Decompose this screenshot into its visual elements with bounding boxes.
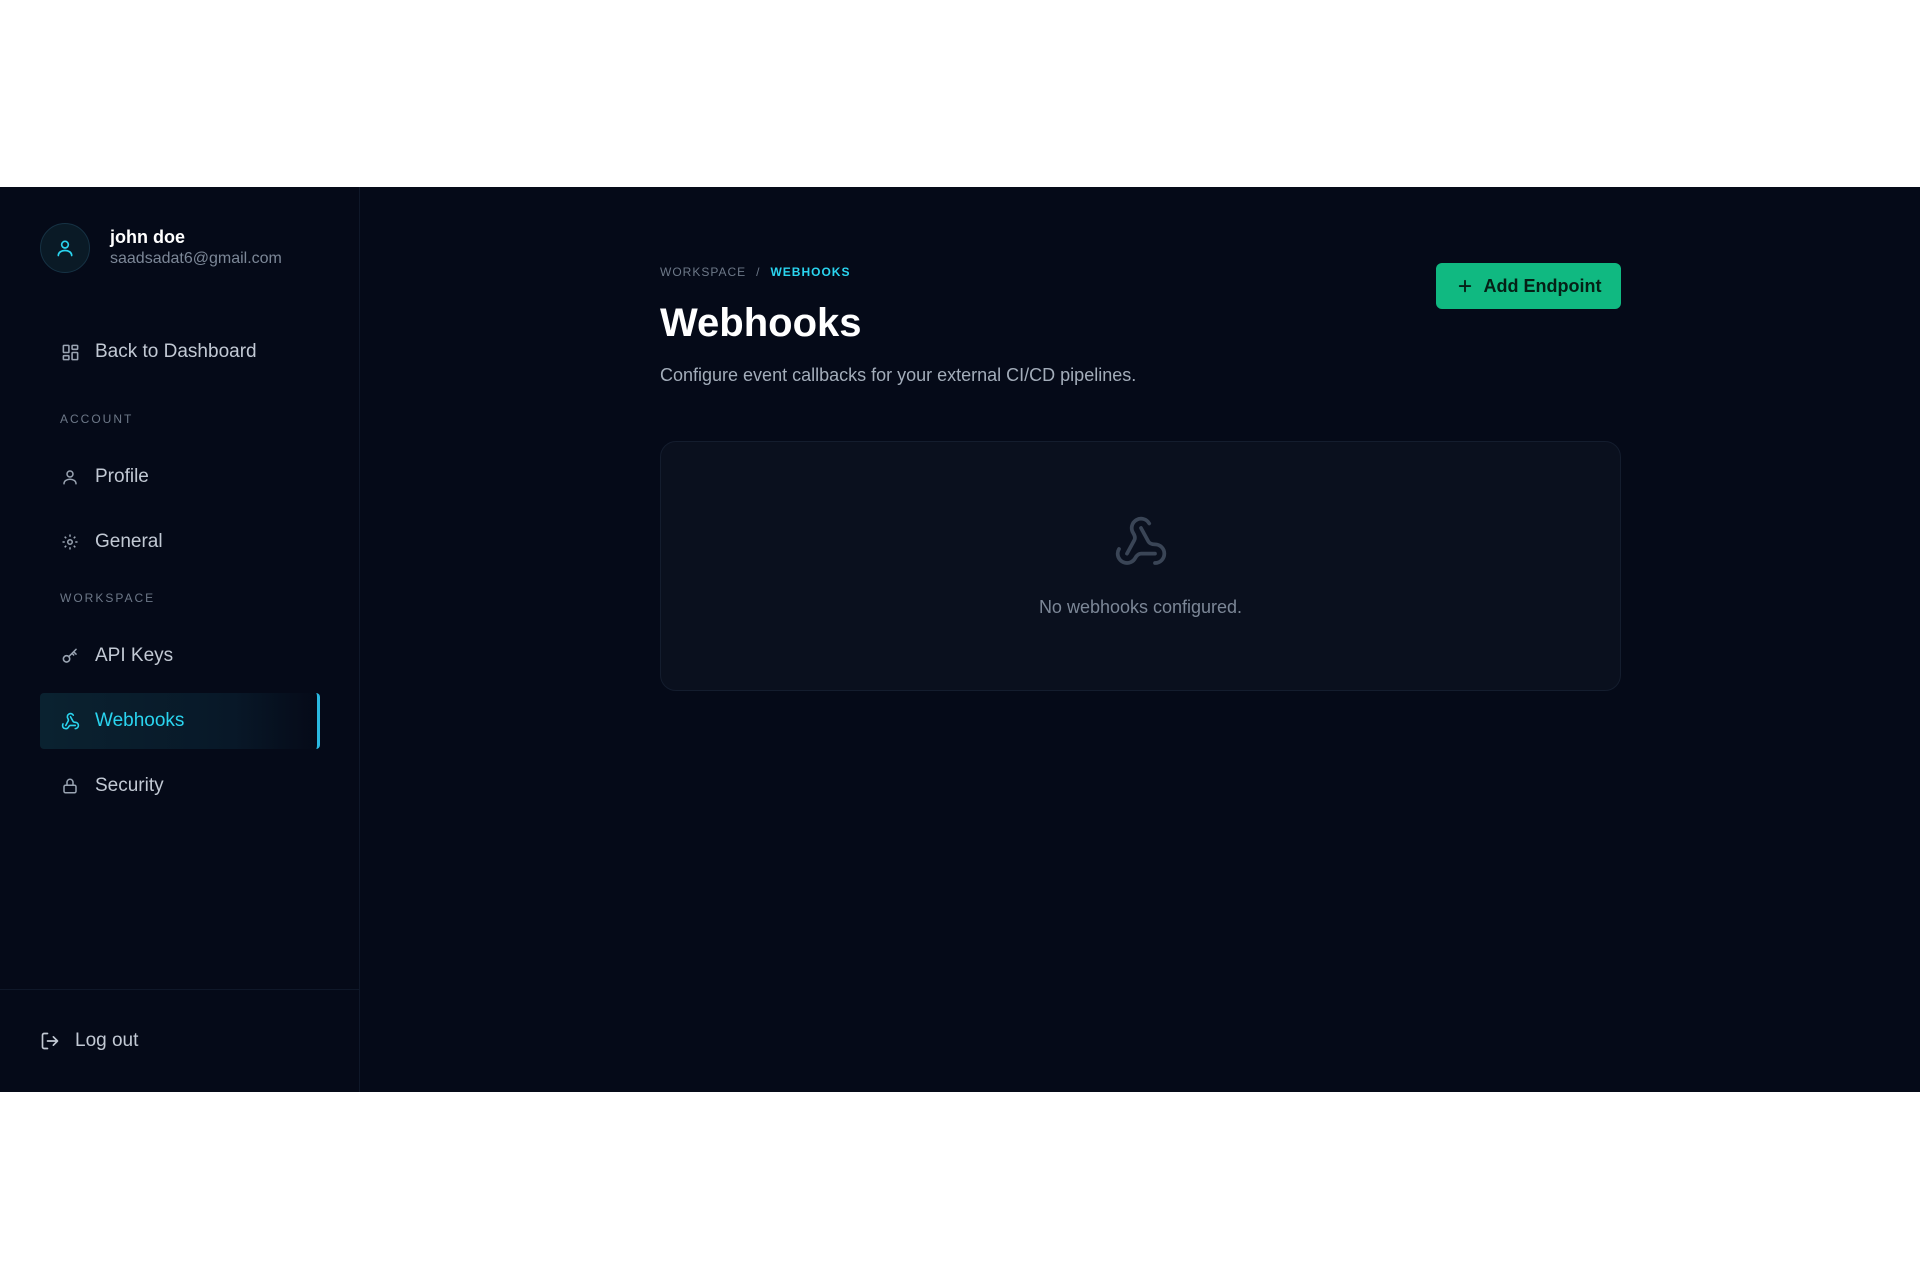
user-info: john doe saadsadat6@gmail.com [110,226,282,270]
logout-button[interactable]: Log out [40,1030,138,1052]
empty-state-message: No webhooks configured. [1038,597,1243,617]
sidebar-item-label: Webhooks [95,710,185,731]
sidebar: john doe saadsadat6@gmail.com Back to Da… [0,187,360,1092]
user-icon [57,240,73,257]
sidebar-footer: Log out [0,989,359,1092]
plus-icon [1456,277,1474,295]
logout-icon [40,1031,60,1051]
lock-icon [60,776,80,796]
webhook-icon [1115,516,1167,565]
user-email: saadsadat6@gmail.com [110,250,282,267]
user-profile[interactable]: john doe saadsadat6@gmail.com [40,223,282,273]
back-to-dashboard-label: Back to Dashboard [95,341,257,362]
sidebar-item-label: Profile [95,466,149,487]
sidebar-item-label: General [95,531,163,552]
sidebar-item-label: Security [95,775,164,796]
sidebar-item-label: API Keys [95,645,174,666]
breadcrumb-current: WEBHOOKS [770,265,851,279]
empty-state-card: No webhooks configured. [660,441,1621,691]
breadcrumb-separator: / [756,265,761,279]
user-icon [60,467,80,487]
avatar[interactable] [40,223,90,273]
section-label-workspace: WORKSPACE [60,591,156,605]
sidebar-item-general[interactable]: General [40,514,320,570]
gear-icon [60,532,80,552]
main-content: WORKSPACE / WEBHOOKS Webhooks Configure ev… [360,187,1920,1092]
back-to-dashboard-link[interactable]: Back to Dashboard [40,324,320,380]
user-name: john doe [110,227,185,247]
page-subtitle: Configure event callbacks for your exter… [660,365,1137,385]
webhook-icon [60,711,80,731]
add-endpoint-button[interactable]: Add Endpoint [1436,263,1621,309]
dashboard-grid-icon [60,342,80,362]
page-title: Webhooks [660,301,862,345]
section-label-account: ACCOUNT [60,412,134,426]
breadcrumb: WORKSPACE / WEBHOOKS [660,265,850,279]
app-window: john doe saadsadat6@gmail.com Back to Da… [0,187,1920,1092]
sidebar-item-webhooks[interactable]: Webhooks [40,693,320,749]
logout-label: Log out [75,1030,139,1051]
sidebar-item-profile[interactable]: Profile [40,449,320,505]
sidebar-item-api-keys[interactable]: API Keys [40,628,320,684]
add-endpoint-label: Add Endpoint [1483,275,1602,296]
key-icon [60,646,80,666]
sidebar-item-security[interactable]: Security [40,758,320,814]
breadcrumb-root[interactable]: WORKSPACE [660,265,746,279]
